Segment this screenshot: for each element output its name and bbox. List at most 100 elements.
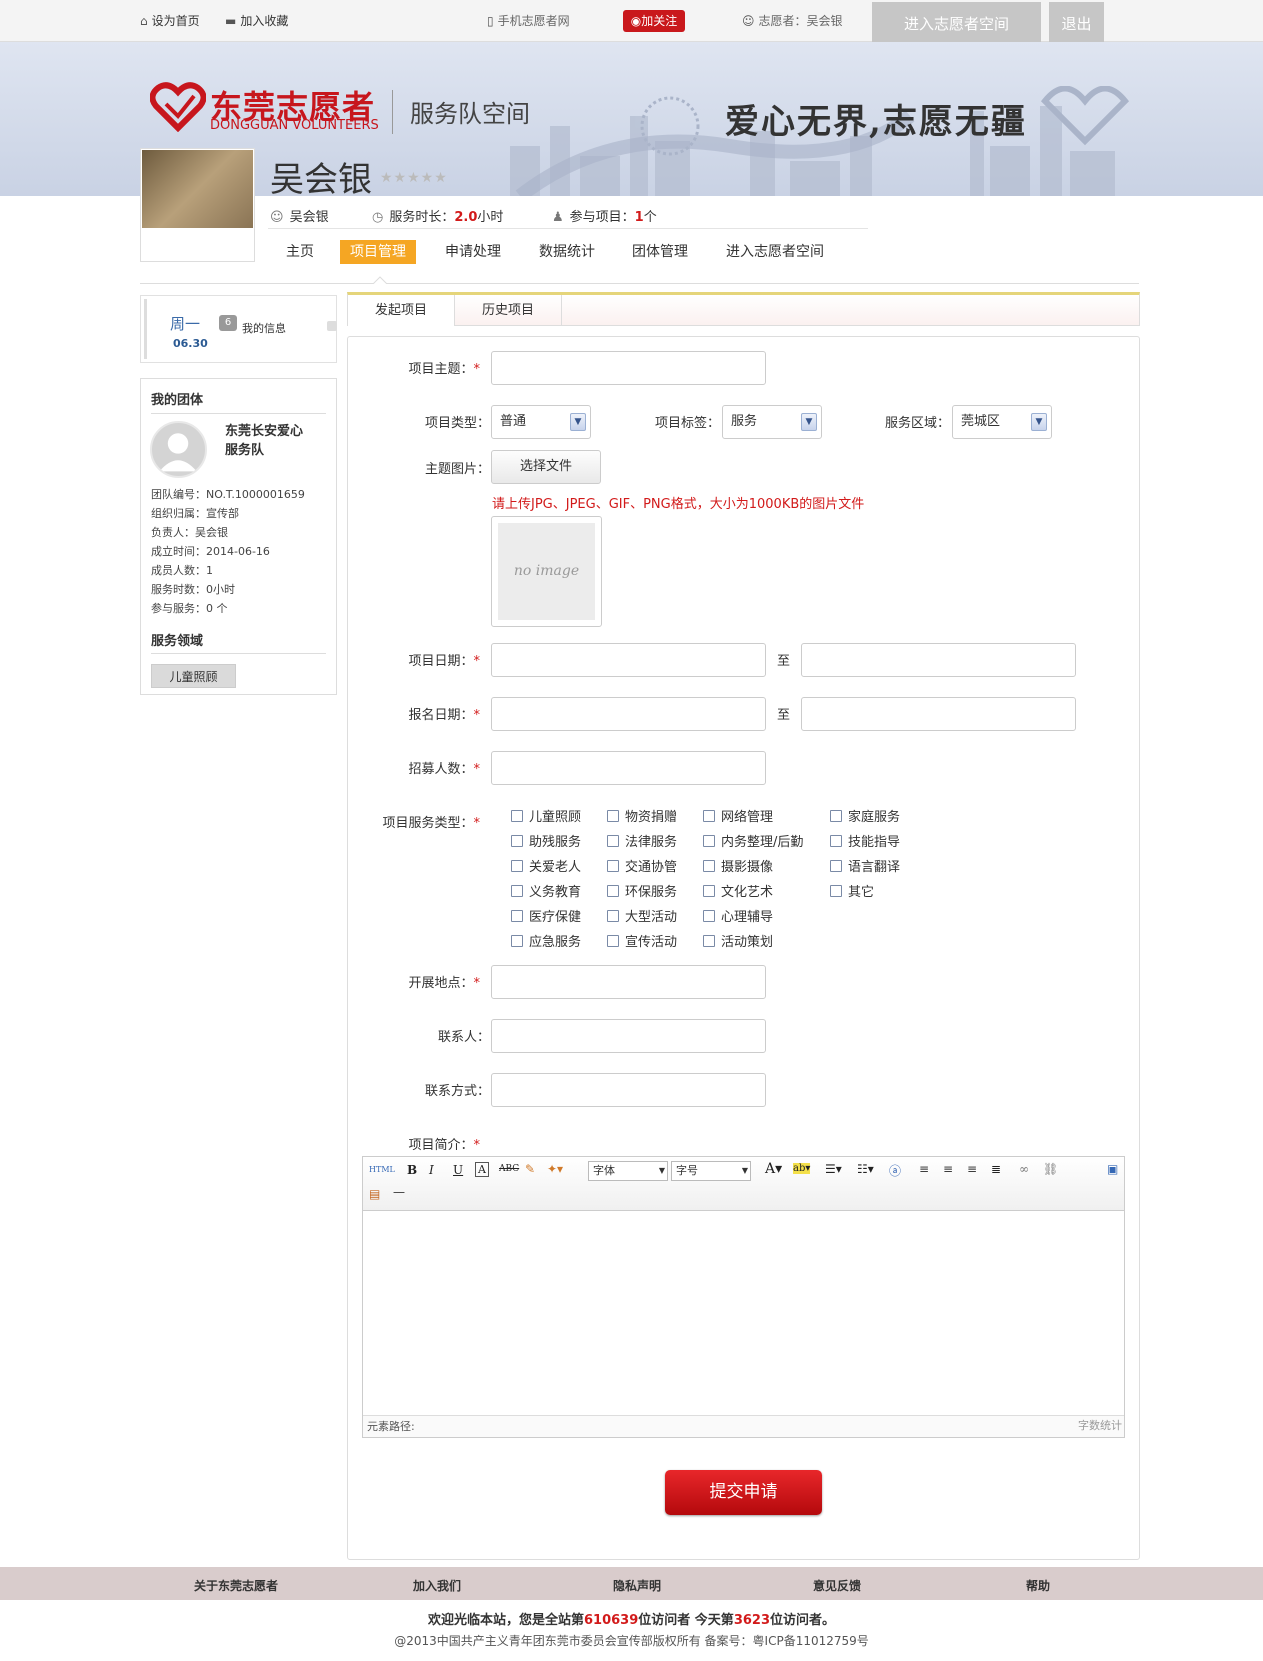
team-avatar[interactable] xyxy=(150,421,207,478)
team-name[interactable]: 东莞长安爱心 服务队 xyxy=(225,422,303,460)
unlink-icon[interactable]: ⛓ xyxy=(1043,1162,1058,1176)
align-justify-icon[interactable]: ≣ xyxy=(991,1162,1001,1176)
editor-content-area[interactable] xyxy=(363,1211,1124,1415)
service-type-checkbox[interactable]: 医疗保健 xyxy=(511,906,581,925)
italic-icon[interactable]: I xyxy=(429,1163,434,1177)
eraser-icon[interactable]: ✎ xyxy=(525,1162,535,1176)
service-type-checkbox[interactable]: 环保服务 xyxy=(607,881,677,900)
font-border-icon[interactable]: A xyxy=(475,1162,489,1177)
font-family-select[interactable]: 字体 ▼ xyxy=(588,1161,668,1181)
service-type-checkbox[interactable]: 物资捐赠 xyxy=(607,806,677,825)
horizontal-rule-icon[interactable]: — xyxy=(393,1185,405,1199)
user-icon: ☺ xyxy=(270,210,284,225)
chevron-down-icon: ▼ xyxy=(1031,413,1047,431)
choose-file-button[interactable]: 选择文件 xyxy=(491,450,601,484)
contact-input[interactable] xyxy=(491,1019,766,1053)
location-label: 开展地点：* xyxy=(408,976,480,991)
enter-volunteer-space-button[interactable]: 进入志愿者空间 xyxy=(872,2,1041,46)
highlight-icon[interactable]: ab▾ xyxy=(793,1163,811,1174)
service-type-checkbox[interactable]: 儿童照顾 xyxy=(511,806,581,825)
footer-link-about[interactable]: 关于东莞志愿者 xyxy=(194,1577,278,1594)
footer-link-privacy[interactable]: 隐私声明 xyxy=(613,1577,661,1594)
service-type-checkbox[interactable]: 技能指导 xyxy=(830,831,900,850)
service-type-checkbox[interactable]: 大型活动 xyxy=(607,906,677,925)
team-service-count: 参与服务：0 个 xyxy=(151,602,228,615)
service-type-checkbox[interactable]: 文化艺术 xyxy=(703,881,773,900)
signup-end-date-input[interactable] xyxy=(801,697,1076,731)
submit-button[interactable]: 提交申请 xyxy=(665,1470,822,1515)
font-size-select[interactable]: 字号 ▼ xyxy=(671,1161,751,1181)
bold-icon[interactable]: B xyxy=(407,1163,417,1177)
add-favorite-link[interactable]: ▬ 加入收藏 xyxy=(225,12,288,29)
service-type-checkbox[interactable]: 活动策划 xyxy=(703,931,773,950)
unordered-list-icon[interactable]: ☷▾ xyxy=(857,1162,874,1176)
footer-link-join[interactable]: 加入我们 xyxy=(413,1577,461,1594)
format-painter-icon[interactable]: ✦▾ xyxy=(547,1162,563,1176)
service-type-checkbox[interactable]: 宣传活动 xyxy=(607,931,677,950)
strikethrough-icon[interactable]: ABC xyxy=(499,1164,519,1174)
tab-project-history[interactable]: 历史项目 xyxy=(455,295,562,326)
logout-button[interactable]: 退出 xyxy=(1049,2,1104,46)
preview-icon[interactable]: ▣ xyxy=(1107,1162,1118,1176)
project-end-date-input[interactable] xyxy=(801,643,1076,677)
area-select[interactable]: 莞城区 ▼ xyxy=(952,405,1052,439)
service-area-tag[interactable]: 儿童照顾 xyxy=(151,664,236,688)
nav-tab-enter-volunteer-space[interactable]: 进入志愿者空间 xyxy=(716,240,834,264)
service-type-checkbox[interactable]: 交通协管 xyxy=(607,856,677,875)
font-color-icon[interactable]: A▾ xyxy=(765,1161,782,1177)
footer-link-help[interactable]: 帮助 xyxy=(1026,1577,1050,1594)
date-card-handle xyxy=(327,321,337,331)
html-source-icon[interactable]: HTML xyxy=(369,1165,395,1174)
ordered-list-icon[interactable]: ☰▾ xyxy=(825,1162,842,1176)
top-bar: ⌂ 设为首页 ▬ 加入收藏 ▯ 手机志愿者网 ◉加关注 ☺ 志愿者：吴会银 进入志愿者空… xyxy=(0,0,1263,46)
nav-tab-application-processing[interactable]: 申请处理 xyxy=(435,240,511,264)
tab-launch-project[interactable]: 发起项目 xyxy=(348,295,455,326)
volunteer-user-link[interactable]: ☺ 志愿者：吴会银 xyxy=(742,12,843,29)
date-card-inner: 周一 06.30 6 我的信息 xyxy=(144,299,337,359)
service-type-checkbox[interactable]: 摄影摄像 xyxy=(703,856,773,875)
service-area-divider xyxy=(151,653,326,654)
service-type-checkbox[interactable]: 语言翻译 xyxy=(830,856,900,875)
image-insert-icon[interactable]: ▤ xyxy=(369,1187,380,1201)
link-icon[interactable]: ∞ xyxy=(1019,1162,1029,1176)
nav-tab-project-management[interactable]: 项目管理 xyxy=(340,240,416,264)
weibo-icon: ◉ xyxy=(630,14,642,28)
weibo-follow-button[interactable]: ◉加关注 xyxy=(623,10,685,32)
home-icon: ⌂ xyxy=(140,14,148,28)
at-icon[interactable]: ⓐ xyxy=(889,1162,901,1179)
mobile-site-link[interactable]: ▯ 手机志愿者网 xyxy=(487,12,570,29)
service-type-checkbox[interactable]: 法律服务 xyxy=(607,831,677,850)
underline-icon[interactable]: U xyxy=(453,1163,463,1177)
service-type-checkbox[interactable]: 关爱老人 xyxy=(511,856,581,875)
service-type-checkbox[interactable]: 义务教育 xyxy=(511,881,581,900)
contact-method-input[interactable] xyxy=(491,1073,766,1107)
set-home-link[interactable]: ⌂ 设为首页 xyxy=(140,12,200,29)
service-type-checkbox[interactable]: 应急服务 xyxy=(511,931,581,950)
footer-link-feedback[interactable]: 意见反馈 xyxy=(813,1577,861,1594)
subject-input[interactable] xyxy=(491,351,766,385)
project-start-date-input[interactable] xyxy=(491,643,766,677)
signup-date-label: 报名日期：* xyxy=(408,708,480,723)
profile-avatar[interactable] xyxy=(140,148,255,262)
service-type-checkbox[interactable]: 其它 xyxy=(830,881,874,900)
align-right-icon[interactable]: ≡ xyxy=(967,1162,977,1176)
footer-copyright: @2013中国共产主义青年团东莞市委员会宣传部版权所有 备案号：粤ICP备110… xyxy=(394,1634,869,1648)
type-select[interactable]: 普通 ▼ xyxy=(491,405,591,439)
recruit-count-input[interactable] xyxy=(491,751,766,785)
tag-select[interactable]: 服务 ▼ xyxy=(722,405,822,439)
service-type-checkbox[interactable]: 内务整理/后勤 xyxy=(703,831,803,850)
message-count-badge[interactable]: 6 xyxy=(219,315,237,331)
service-type-checkbox[interactable]: 助残服务 xyxy=(511,831,581,850)
nav-tab-home[interactable]: 主页 xyxy=(276,240,324,264)
nav-tab-group-management[interactable]: 团体管理 xyxy=(622,240,698,264)
service-type-checkbox[interactable]: 家庭服务 xyxy=(830,806,900,825)
align-center-icon[interactable]: ≡ xyxy=(943,1162,953,1176)
align-left-icon[interactable]: ≡ xyxy=(919,1162,929,1176)
service-type-checkbox[interactable]: 心理辅导 xyxy=(703,906,773,925)
location-input[interactable] xyxy=(491,965,766,999)
service-type-checkbox[interactable]: 网络管理 xyxy=(703,806,773,825)
my-info-link[interactable]: 我的信息 xyxy=(242,320,286,336)
nav-tab-data-statistics[interactable]: 数据统计 xyxy=(529,240,605,264)
signup-start-date-input[interactable] xyxy=(491,697,766,731)
team-leader: 负责人：吴会银 xyxy=(151,526,228,539)
